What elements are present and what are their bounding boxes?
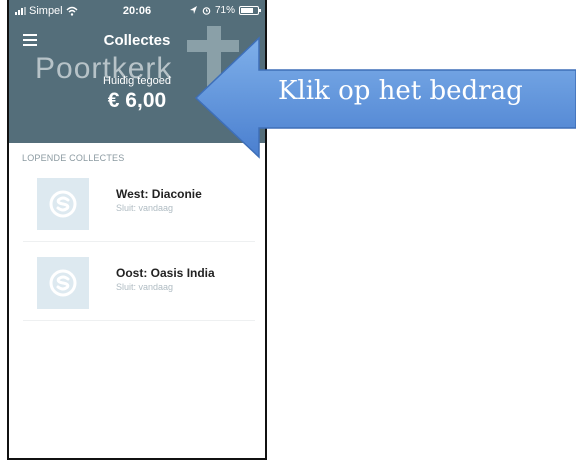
frame-bottom-edge xyxy=(9,458,265,460)
collecte-logo-icon xyxy=(37,178,89,230)
balance-amount[interactable]: € 6,00 xyxy=(9,89,265,113)
section-label: LOPENDE COLLECTES xyxy=(22,153,125,163)
collecte-title: Oost: Oasis India xyxy=(116,266,215,280)
collecte-closing: Sluit: vandaag xyxy=(116,282,174,292)
header: Simpel 20:06 71% Collectes Poortkerk Hui… xyxy=(9,0,265,143)
battery-icon xyxy=(239,6,261,15)
phone-screen: Simpel 20:06 71% Collectes Poortkerk Hui… xyxy=(7,0,267,460)
balance-label: Huidig tegoed xyxy=(103,75,171,87)
callout-text: Klik op het bedrag xyxy=(278,76,523,106)
collecte-title: West: Diaconie xyxy=(116,187,202,201)
collecte-closing: Sluit: vandaag xyxy=(116,203,174,213)
collecte-item[interactable]: West: Diaconie Sluit: vandaag xyxy=(23,165,255,242)
collecte-logo-icon xyxy=(37,257,89,309)
collecte-item[interactable]: Oost: Oasis India Sluit: vandaag xyxy=(23,244,255,321)
battery-percentage: 71% xyxy=(214,5,235,16)
location-icon xyxy=(189,6,197,14)
status-bar: Simpel 20:06 71% xyxy=(9,0,265,22)
alarm-icon xyxy=(202,7,211,15)
